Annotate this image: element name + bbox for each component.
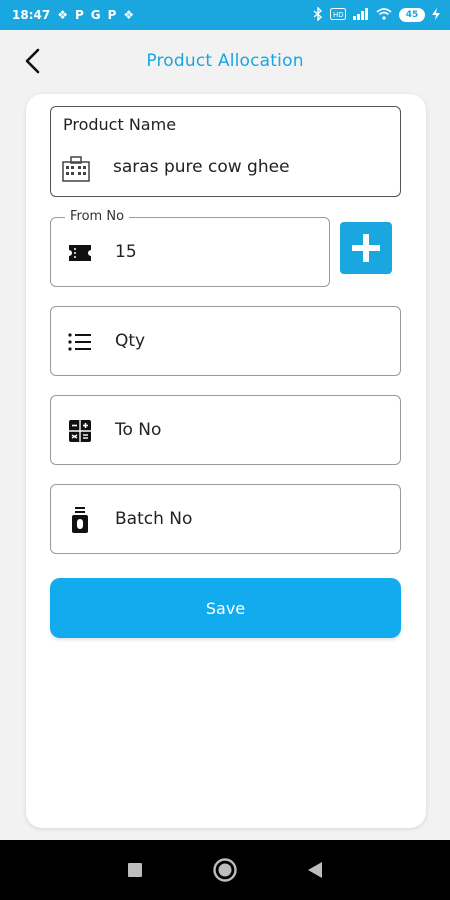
to-no-placeholder: To No [115,420,162,440]
slack-icon: ❖ [57,8,68,22]
triangle-back-icon [308,862,322,878]
header: Product Allocation [0,30,450,94]
product-name-value: saras pure cow ghee [113,157,290,177]
ticket-icon [65,238,95,268]
status-right: HD 45 [313,5,440,24]
qty-field[interactable]: Qty [50,306,401,376]
page-title: Product Allocation [146,51,304,71]
batch-no-field[interactable]: Batch No [50,484,401,554]
from-no-label: From No [65,209,130,224]
qty-placeholder: Qty [115,331,146,351]
recents-button[interactable] [120,855,150,885]
save-button[interactable]: Save [50,578,401,638]
svg-text:HD: HD [333,11,344,19]
barcode-building-icon [61,154,91,184]
form-card: Product Name saras pure cow ghee From No… [26,94,426,828]
wifi-icon [376,7,392,23]
hd-icon: HD [330,7,346,23]
paytm-icon: P [107,8,117,22]
home-button[interactable] [210,855,240,885]
product-name-label: Product Name [63,115,177,134]
paytm-icon: P [74,8,84,22]
slack-icon: ❖ [123,8,135,22]
from-no-value: 15 [115,242,137,262]
status-left: 18:47 ❖ P G P ❖ [12,8,134,22]
signal-icon [353,7,369,23]
add-button[interactable] [340,222,392,274]
plus-icon [352,234,380,262]
product-name-field[interactable]: Product Name saras pure cow ghee [50,106,401,197]
circle-icon [213,858,237,882]
bottle-icon [65,505,95,535]
square-icon [128,863,142,877]
status-bar: 18:47 ❖ P G P ❖ HD 45 [0,0,450,30]
navigation-bar [0,840,450,900]
status-time: 18:47 [12,8,51,22]
back-nav-button[interactable] [300,855,330,885]
google-icon: G [90,8,101,22]
calculator-icon [65,416,95,446]
batch-no-placeholder: Batch No [115,509,193,529]
from-no-field[interactable]: From No 15 [50,209,330,287]
list-icon [65,327,95,357]
battery-icon: 45 [399,8,425,22]
bluetooth-icon [313,5,323,24]
charging-icon [432,7,440,23]
to-no-field[interactable]: To No [50,395,401,465]
